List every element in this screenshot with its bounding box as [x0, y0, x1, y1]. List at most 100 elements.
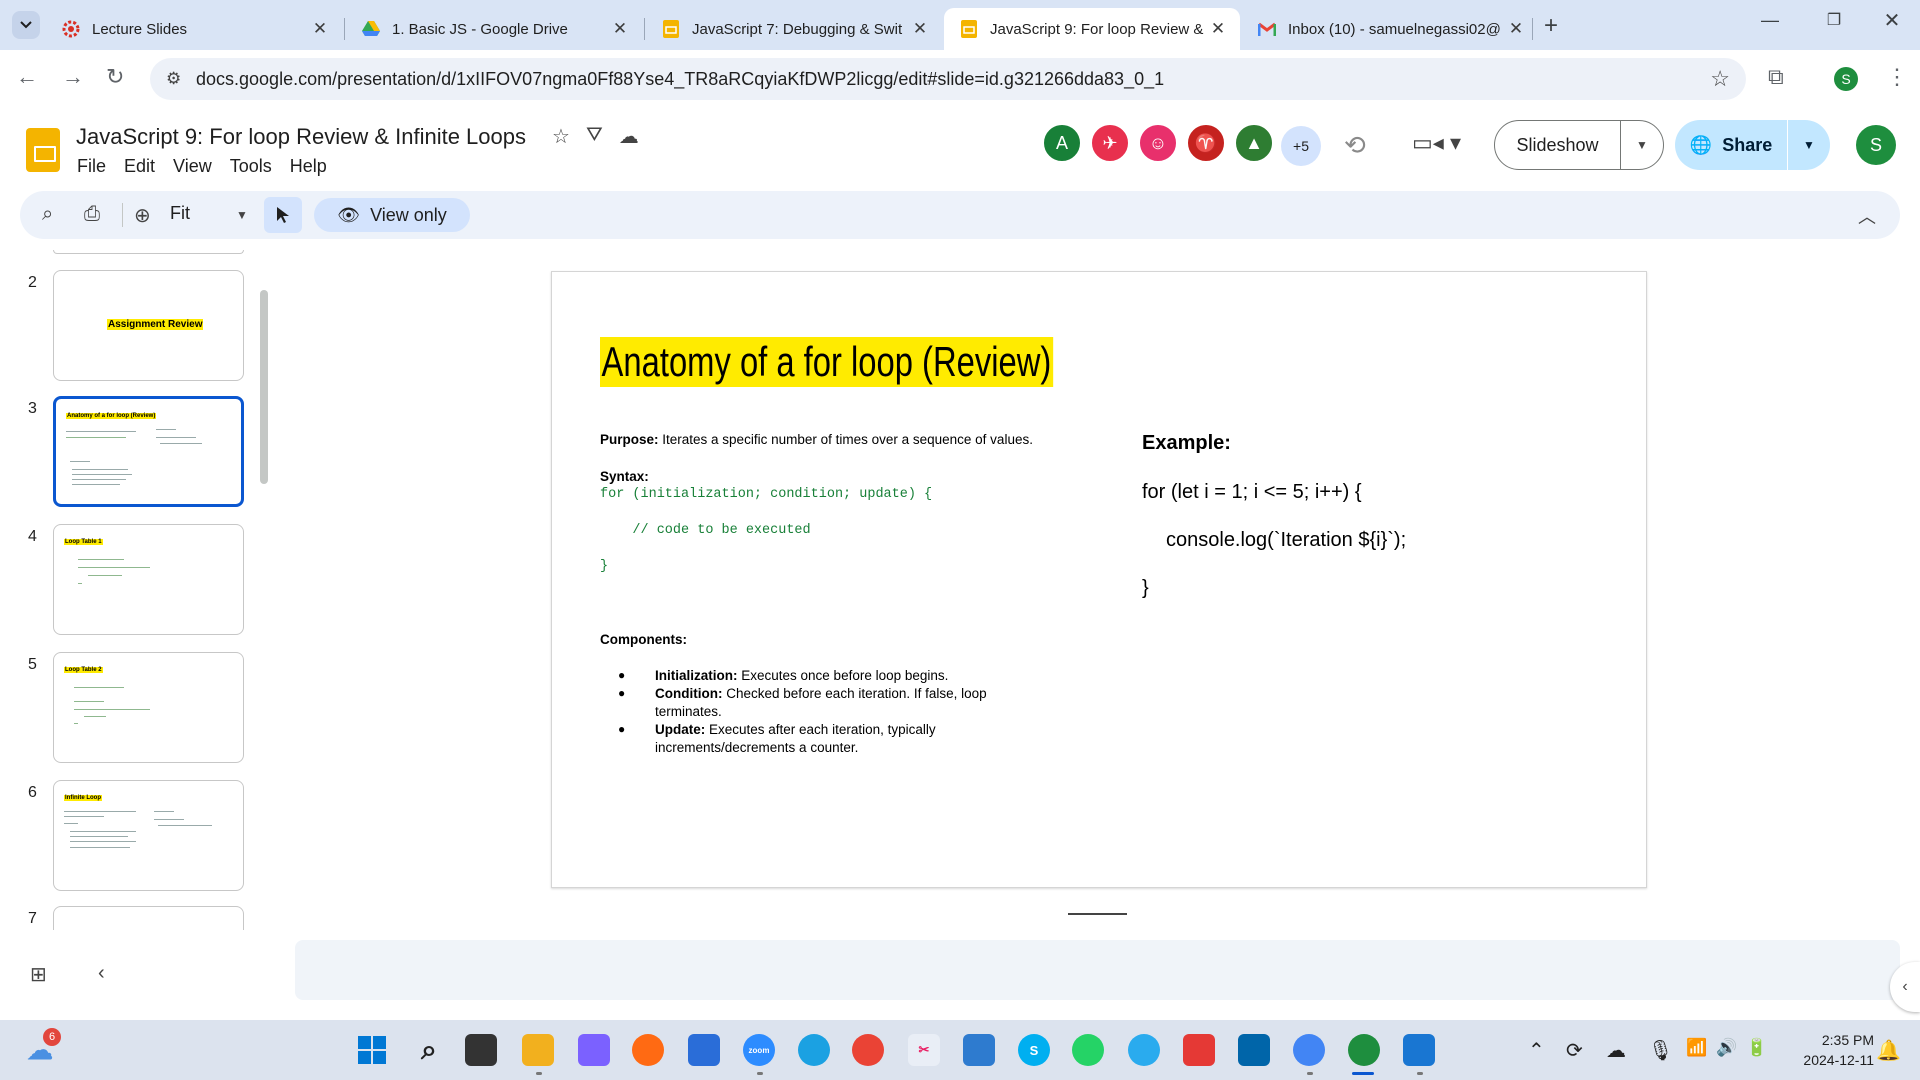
collaborator-avatar[interactable]: ☺ [1138, 123, 1178, 163]
chrome-profile-icon[interactable] [1293, 1034, 1325, 1066]
share-button[interactable]: 🌐 Share ▼ [1675, 120, 1830, 170]
whatsapp-icon[interactable] [1072, 1034, 1104, 1066]
menu-file[interactable]: File [77, 156, 106, 177]
menu-tools[interactable]: Tools [230, 156, 272, 177]
slideshow-label[interactable]: Slideshow [1495, 121, 1621, 169]
vscode-icon[interactable] [1238, 1034, 1270, 1066]
wifi-icon[interactable]: 📶 [1686, 1038, 1707, 1058]
video-call-icon[interactable]: ▭◂ ▾ [1412, 130, 1461, 156]
thumbnail-title: Anatomy of a for loop (Review) [66, 413, 157, 419]
cloud-status-icon[interactable]: ☁ [619, 124, 639, 149]
slide-thumbnail-7[interactable] [53, 906, 244, 930]
menu-help[interactable]: Help [290, 156, 327, 177]
google-slides-logo-icon[interactable] [26, 128, 60, 172]
slide-thumbnail-2[interactable]: Assignment Review [53, 270, 244, 381]
system-clock[interactable]: 2:35 PM 2024-12-11 [1784, 1030, 1874, 1070]
window-restore-button[interactable]: ❐ [1814, 10, 1854, 30]
task-view-icon[interactable] [465, 1034, 497, 1066]
menu-edit[interactable]: Edit [124, 156, 155, 177]
user-avatar[interactable]: S [1856, 125, 1896, 165]
browser-tab-javascript-9[interactable]: JavaScript 9: For loop Review & ✕ [944, 8, 1240, 50]
slideshow-button[interactable]: Slideshow ▼ [1494, 120, 1664, 170]
chevron-up-icon[interactable]: ⌃ [1528, 1038, 1545, 1063]
previous-slide-thumbnail-edge[interactable] [53, 250, 244, 254]
print-icon[interactable]: ⎙ [84, 203, 100, 226]
sync-icon[interactable]: ⟳ [1566, 1038, 1583, 1063]
chrome-active-icon[interactable] [1348, 1034, 1380, 1066]
extensions-icon[interactable]: ⧉ [1768, 64, 1784, 90]
search-icon[interactable]: ⌕ [42, 203, 53, 226]
share-dropdown-icon[interactable]: ▼ [1788, 138, 1830, 152]
window-minimize-button[interactable]: — [1750, 10, 1790, 31]
slide-thumbnail-6[interactable]: Infinite Loop [53, 780, 244, 891]
collaborator-avatar[interactable]: A [1042, 123, 1082, 163]
zoom-icon[interactable]: ⊕ [134, 203, 151, 228]
keyboard-app-icon[interactable] [963, 1034, 995, 1066]
filmstrip-scrollbar[interactable] [260, 290, 268, 484]
close-icon[interactable]: ✕ [1506, 19, 1526, 39]
close-icon[interactable]: ✕ [1208, 19, 1228, 39]
slide-thumbnail-5[interactable]: Loop Table 2 [53, 652, 244, 763]
copilot-icon[interactable] [578, 1034, 610, 1066]
skype-icon[interactable]: S [1018, 1034, 1050, 1066]
windows-start-icon[interactable] [356, 1034, 388, 1066]
reload-icon[interactable]: ↻ [106, 64, 124, 90]
snipping-tool-icon[interactable]: ✂ [908, 1034, 940, 1066]
grid-view-icon[interactable]: ⊞ [30, 962, 47, 987]
menu-view[interactable]: View [173, 156, 212, 177]
select-tool-button[interactable] [264, 197, 302, 233]
browser-tab-gmail[interactable]: Inbox (10) - samuelnegassi02@ ✕ [1242, 8, 1538, 50]
slideshow-dropdown-icon[interactable]: ▼ [1621, 138, 1663, 152]
more-vert-icon[interactable]: ⋮ [1886, 64, 1908, 90]
address-bar[interactable]: ⚙ docs.google.com/presentation/d/1xIIFOV… [150, 58, 1746, 100]
close-icon[interactable]: ✕ [610, 19, 630, 39]
tab-search-button[interactable] [12, 11, 40, 39]
firefox-icon[interactable] [632, 1034, 664, 1066]
bookmark-star-icon[interactable]: ☆ [1710, 66, 1730, 92]
search-icon[interactable]: ⌕ [413, 1034, 445, 1066]
browser-tab-google-drive[interactable]: 1. Basic JS - Google Drive ✕ [346, 8, 642, 50]
collaborator-avatar[interactable]: ▲ [1234, 123, 1274, 163]
slide-resize-handle[interactable] [1068, 913, 1127, 915]
new-tab-button[interactable]: + [1544, 12, 1558, 40]
collaborator-avatar[interactable]: ✈ [1090, 123, 1130, 163]
photos-icon[interactable] [1403, 1034, 1435, 1066]
zoom-icon[interactable]: zoom [743, 1034, 775, 1066]
browser-tab-lecture-slides[interactable]: Lecture Slides ✕ [46, 8, 342, 50]
slide-thumbnail-3[interactable]: Anatomy of a for loop (Review) [53, 396, 244, 507]
close-icon[interactable]: ✕ [310, 19, 330, 39]
zoom-dropdown-icon[interactable]: ▼ [236, 208, 248, 222]
view-only-chip[interactable]: 👁 View only [314, 198, 470, 232]
battery-icon[interactable]: 🔋 [1746, 1038, 1767, 1058]
slide-thumbnail-4[interactable]: Loop Table 1 [53, 524, 244, 635]
close-icon[interactable]: ✕ [910, 19, 930, 39]
version-history-icon[interactable]: ⟲ [1344, 130, 1366, 161]
telegram-icon[interactable] [1128, 1034, 1160, 1066]
share-main[interactable]: 🌐 Share [1675, 120, 1788, 170]
chrome-icon[interactable] [852, 1034, 884, 1066]
collapse-filmstrip-icon[interactable]: ‹ [98, 962, 105, 985]
microphone-icon[interactable]: 🎙 [1648, 1038, 1673, 1063]
site-settings-icon[interactable]: ⚙ [166, 69, 181, 89]
notification-bell-icon[interactable]: 🔔 [1876, 1038, 1901, 1063]
microsoft-store-icon[interactable] [688, 1034, 720, 1066]
chevron-up-icon[interactable]: ︿ [1858, 203, 1876, 229]
speaker-notes-panel[interactable] [295, 940, 1900, 1000]
file-explorer-icon[interactable] [522, 1034, 554, 1066]
anydesk-icon[interactable] [1183, 1034, 1215, 1066]
forward-arrow-icon[interactable]: → [62, 64, 84, 90]
collaborator-avatar[interactable]: ♈ [1186, 123, 1226, 163]
example-label: Example: [1142, 432, 1231, 454]
volume-icon[interactable]: 🔊 [1716, 1038, 1737, 1058]
back-arrow-icon[interactable]: ← [16, 64, 38, 90]
zoom-select[interactable]: Fit [170, 203, 190, 224]
window-close-button[interactable]: ✕ [1872, 8, 1912, 33]
move-to-drive-icon[interactable]: ⛛ [586, 124, 603, 149]
browser-profile-avatar[interactable]: S [1834, 67, 1858, 91]
edge-icon[interactable] [798, 1034, 830, 1066]
browser-tab-javascript-7[interactable]: JavaScript 7: Debugging & Swit ✕ [646, 8, 942, 50]
document-title[interactable]: JavaScript 9: For loop Review & Infinite… [76, 124, 526, 150]
more-collaborators-badge[interactable]: +5 [1281, 126, 1321, 166]
star-icon[interactable]: ☆ [552, 124, 570, 149]
onedrive-icon[interactable]: ☁ [1606, 1038, 1626, 1063]
